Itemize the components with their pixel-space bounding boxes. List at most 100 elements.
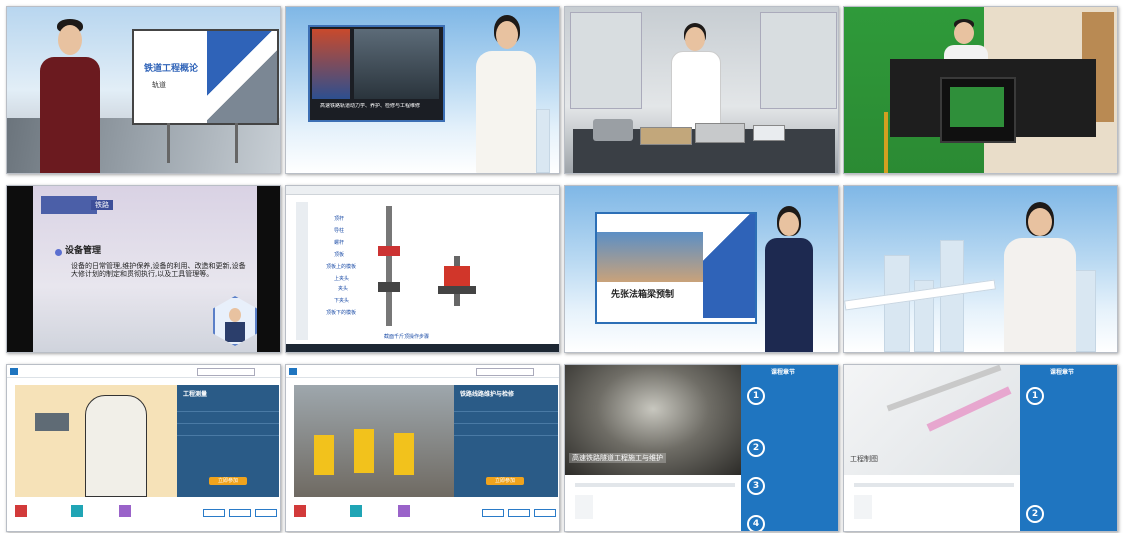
course-title: 高速铁路隧道工程施工与维护 <box>569 453 666 463</box>
sidebar-title: 课程章节 <box>771 369 796 376</box>
site-header <box>286 365 559 378</box>
slide-subtitle: 轨道 <box>152 81 166 89</box>
list-icon <box>854 495 872 519</box>
chapter-number[interactable]: 2 <box>1026 505 1044 523</box>
embedded-video-frame: 高速铁路轨道动力学、养护、检修与工程维修 <box>308 25 445 122</box>
slide-title: 铁道工程概论 <box>144 64 199 74</box>
diagram-caption: 截面千斤顶操作步骤 <box>384 334 430 340</box>
action-button[interactable] <box>203 509 225 517</box>
course-cover-image <box>15 385 177 497</box>
video-thumbnail-laboratory[interactable] <box>564 6 839 174</box>
site-logo-icon <box>289 368 297 375</box>
diagram-label: 上夹头 <box>334 276 350 282</box>
slide-header-band <box>41 196 97 214</box>
slide-photo-collage <box>207 31 277 123</box>
action-button[interactable] <box>482 509 504 517</box>
worker-figure <box>394 433 414 475</box>
slide-area: 铁路 设备管理 设备的日常管理,维护保养,设备的利用、改造和更新,设备大修计划的… <box>33 186 257 352</box>
slide-title: 先张法箱梁预制 <box>611 290 675 300</box>
left-margin-panel <box>296 202 308 340</box>
course-info-panel: 铁路线路维护与检修 立即参加 <box>454 385 558 497</box>
course-info-panel: 工程测量 立即参加 <box>177 385 279 497</box>
cable <box>884 112 888 173</box>
course-title: 工程制图 <box>850 455 878 463</box>
action-button[interactable] <box>229 509 251 517</box>
board-stand <box>167 123 170 163</box>
stat-icon <box>398 505 410 517</box>
action-button[interactable] <box>255 509 277 517</box>
chapter-sidebar: 课程章节 1 2 <box>1020 365 1117 531</box>
stat-icon <box>294 505 306 517</box>
video-thumbnail-box-girder[interactable]: 先张法箱梁预制 <box>564 185 839 353</box>
course-cover-image <box>294 385 454 497</box>
tunnel-cover-image: 高速铁路隧道工程施工与维护 <box>565 365 741 475</box>
course-page-tunnel[interactable]: 高速铁路隧道工程施工与维护 课程章节 1 2 3 4 <box>564 364 839 532</box>
list-icon <box>575 495 593 519</box>
pen-illustration <box>926 386 1012 432</box>
diagram-label: 顶板上的模板 <box>326 264 357 270</box>
stat-icon <box>350 505 362 517</box>
presenter-figure <box>996 200 1082 352</box>
sieve-shaker <box>593 119 633 141</box>
diagram-label: 下夹头 <box>334 298 350 304</box>
jack-clamp <box>378 246 400 256</box>
stat-icon <box>15 505 27 517</box>
search-input[interactable] <box>197 368 255 376</box>
speaker-inset <box>213 296 257 346</box>
rating-bar <box>575 483 735 487</box>
diagram-label: 螺杆 <box>334 240 345 246</box>
slide-body-text: 设备的日常管理,维护保养,设备的利用、改造和更新,设备大修计划的制定和贯彻执行,… <box>71 262 246 278</box>
diagram-label: 顶杆 <box>334 216 345 222</box>
jack-rod <box>386 206 392 326</box>
video-thumbnail-presenter-city[interactable] <box>843 185 1118 353</box>
slide-photo <box>597 232 703 282</box>
chapter-number[interactable]: 1 <box>747 387 765 405</box>
diagram-label: 夹头 <box>338 286 349 292</box>
lab-window <box>760 12 837 109</box>
slide-header-label: 铁路 <box>91 200 113 210</box>
chapter-number[interactable]: 4 <box>747 515 765 531</box>
slide-decoration <box>703 214 755 318</box>
drawing-cover-image: 工程制图 <box>844 365 1020 475</box>
slide-board: 铁道工程概论 轨道 <box>132 29 279 125</box>
video-thumbnail-railway-intro[interactable]: 铁道工程概论 轨道 <box>6 6 281 174</box>
course-page-engineering-drawing[interactable]: 工程制图 课程章节 1 2 <box>843 364 1118 532</box>
lab-instructor-figure <box>667 21 723 133</box>
camera-body <box>940 77 1016 143</box>
surveyor-illustration <box>85 395 147 497</box>
jack-body <box>444 266 470 286</box>
video-thumbnail-green-screen-studio[interactable] <box>843 6 1118 174</box>
bullet-dot <box>55 249 62 256</box>
board-stand <box>235 123 238 163</box>
stat-icon <box>71 505 83 517</box>
sample-tray <box>695 123 745 143</box>
chapter-number[interactable]: 2 <box>747 439 765 457</box>
chapter-number[interactable]: 3 <box>747 477 765 495</box>
slide-panel: 先张法箱梁预制 <box>595 212 757 324</box>
video-thumbnail-track-dynamics[interactable]: 高速铁路轨道动力学、养护、检修与工程维修 <box>285 6 560 174</box>
action-button[interactable] <box>534 509 556 517</box>
chapter-number[interactable]: 1 <box>1026 387 1044 405</box>
course-page-surveying[interactable]: 工程测量 立即参加 <box>6 364 281 532</box>
course-title: 工程测量 <box>183 391 208 398</box>
worker-figure <box>354 429 374 473</box>
diagram-label: 顶板 <box>334 252 345 258</box>
presenter-figure <box>761 204 817 352</box>
course-page-track-maintenance[interactable]: 铁路线路维护与检修 立即参加 <box>285 364 560 532</box>
diagram-label: 导柱 <box>334 228 345 234</box>
worker-figure <box>314 435 334 475</box>
video-thumbnail-jack-operation[interactable]: 顶杆 导柱 螺杆 顶板 顶板上的模板 上夹头 夹头 下夹头 顶板下的模板 截面千… <box>285 185 560 353</box>
video-thumbnail-equipment-management[interactable]: 铁路 设备管理 设备的日常管理,维护保养,设备的利用、改造和更新,设备大修计划的… <box>6 185 281 353</box>
site-header <box>7 365 280 378</box>
action-button[interactable] <box>508 509 530 517</box>
search-input[interactable] <box>476 368 534 376</box>
lab-window <box>570 12 642 109</box>
rating-bar <box>854 483 1014 487</box>
diagram-label: 顶板下的模板 <box>326 310 357 316</box>
site-logo-icon <box>10 368 18 375</box>
video-caption: 高速铁路轨道动力学、养护、检修与工程维修 <box>320 103 421 109</box>
enroll-button[interactable]: 立即参加 <box>209 477 247 485</box>
app-titlebar <box>286 186 559 195</box>
presenter-figure <box>466 13 546 173</box>
enroll-button[interactable]: 立即参加 <box>486 477 524 485</box>
